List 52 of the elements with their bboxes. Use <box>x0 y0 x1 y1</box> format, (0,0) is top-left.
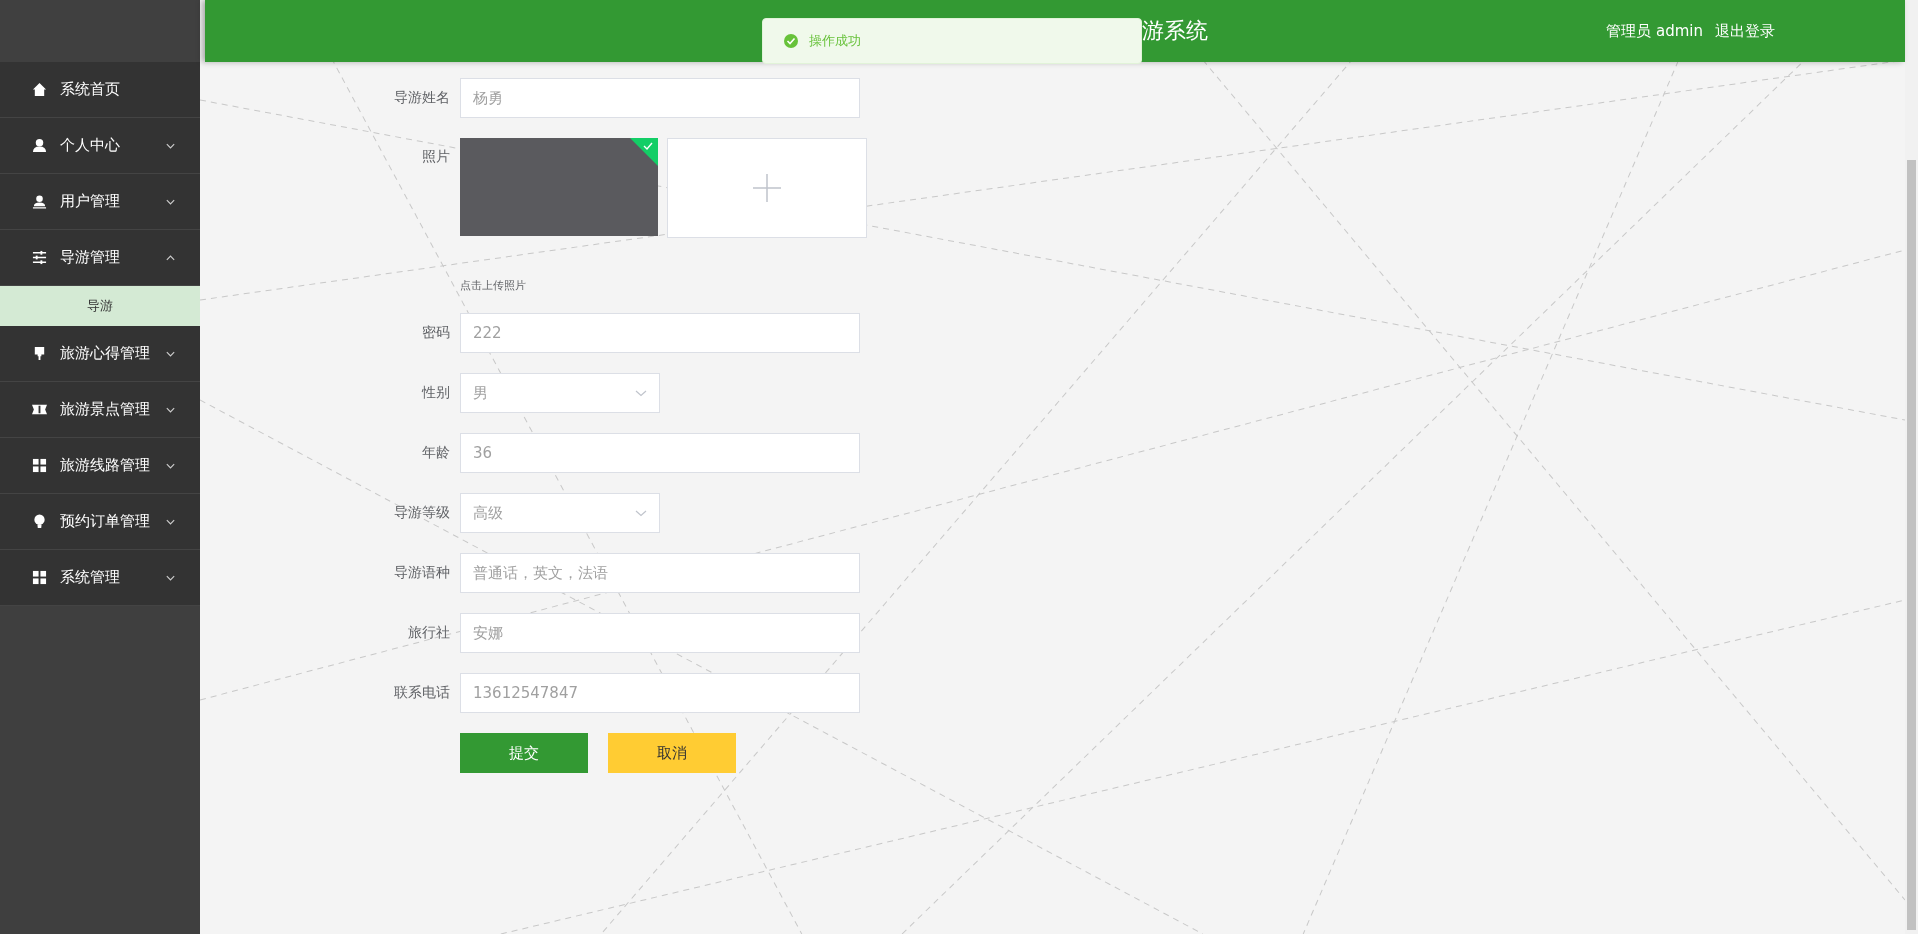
field-label: 年龄 <box>421 444 451 462</box>
menu-label: 旅游线路管理 <box>60 456 151 475</box>
select-value: 高级 <box>473 503 503 523</box>
field-label: 导游姓名 <box>393 89 451 107</box>
chevron-icon <box>635 389 647 397</box>
grid-icon <box>32 458 47 473</box>
sliders-icon <box>32 250 47 265</box>
home-icon <box>32 82 47 97</box>
field-label: 导游等级 <box>393 504 451 522</box>
plus-icon <box>753 174 781 202</box>
menu-item[interactable]: 旅游心得管理 <box>0 326 200 382</box>
menu-label: 预约订单管理 <box>60 512 151 531</box>
menu-label: 用户管理 <box>60 192 121 211</box>
select-value: 男 <box>473 383 488 403</box>
chevron-icon <box>635 509 647 517</box>
menu-label: 旅游景点管理 <box>60 400 151 419</box>
menu-label: 个人中心 <box>60 136 121 155</box>
brush-icon <box>32 346 47 361</box>
field-label: 密码 <box>421 324 451 342</box>
user-icon <box>32 194 47 209</box>
field-label: 照片 <box>421 147 451 166</box>
menu-label: 导游管理 <box>60 248 121 267</box>
upload-button[interactable] <box>667 138 867 238</box>
user-label: 管理员 admin <box>1606 21 1703 41</box>
cancel-button[interactable]: 取消 <box>608 733 736 773</box>
field-label: 联系电话 <box>393 684 451 702</box>
app-title: 游系统 <box>1142 17 1208 45</box>
menu-item[interactable]: 旅游线路管理 <box>0 438 200 494</box>
menu-label: 系统首页 <box>60 80 121 99</box>
menu-item[interactable]: 预约订单管理 <box>0 494 200 550</box>
person-icon <box>32 138 47 153</box>
check-badge-icon <box>630 138 658 166</box>
menu-item[interactable]: 系统管理 <box>0 550 200 606</box>
field-label: 旅行社 <box>407 624 451 642</box>
menu-item[interactable]: 系统首页 <box>0 62 200 118</box>
submenu-item[interactable]: 导游 <box>0 286 200 326</box>
upload-hint: 点击上传照片 <box>460 278 527 293</box>
toast-message: 操作成功 <box>809 32 861 50</box>
field-label: 性别 <box>420 384 451 402</box>
check-circle-icon <box>783 33 799 49</box>
menu-item[interactable]: 个人中心 <box>0 118 200 174</box>
logout-link[interactable]: 退出登录 <box>1715 21 1775 41</box>
field-label: 导游语种 <box>393 564 451 582</box>
menu-label: 旅游心得管理 <box>60 344 151 363</box>
menu-item[interactable]: 旅游景点管理 <box>0 382 200 438</box>
menu-item[interactable]: 用户管理 <box>0 174 200 230</box>
submit-button[interactable]: 提交 <box>460 733 588 773</box>
bulb-icon <box>32 514 47 529</box>
menu-label: 系统管理 <box>60 568 121 587</box>
ticket-icon <box>32 402 47 417</box>
menu-item[interactable]: 导游管理 <box>0 230 200 286</box>
grid-icon <box>32 570 47 585</box>
